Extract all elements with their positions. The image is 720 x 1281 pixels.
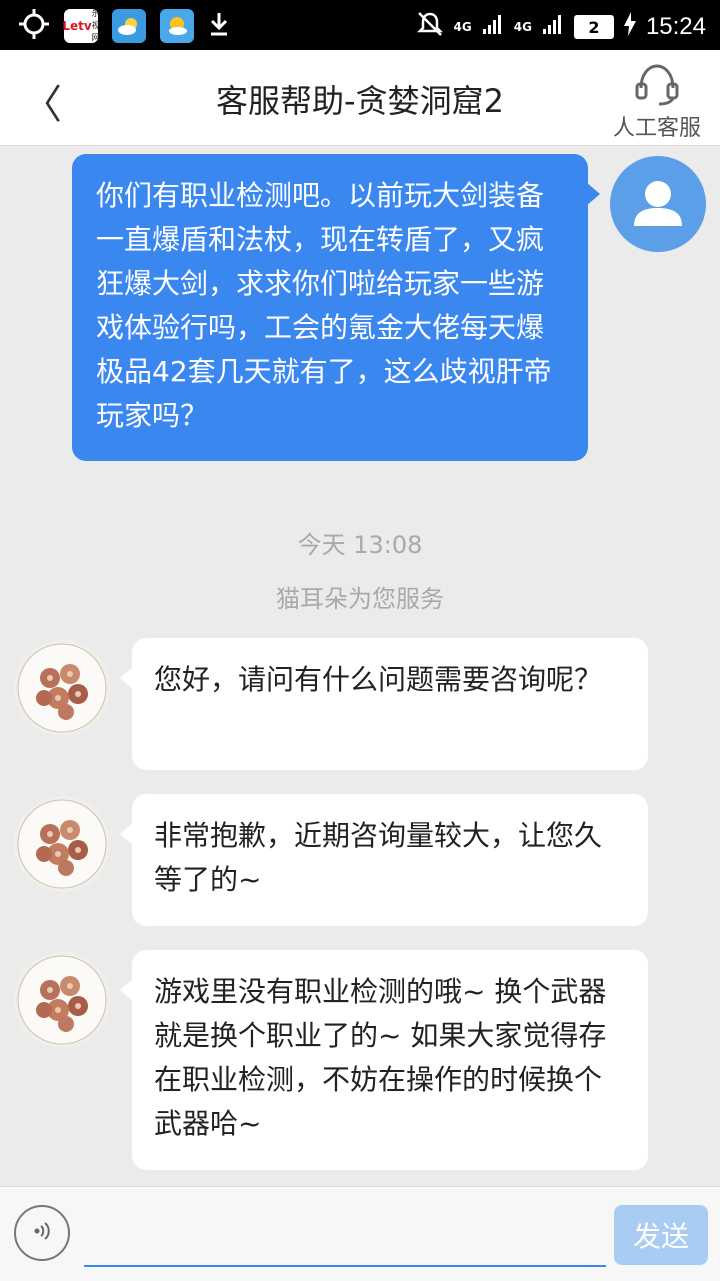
input-bar: 发送 [0, 1186, 720, 1281]
cs-message-bubble[interactable]: 游戏里没有职业检测的哦~ 换个武器就是换个职业了的~ 如果大家觉得存在职业检测，… [120, 950, 648, 1170]
signal-4g-icon: 4G [453, 20, 472, 34]
signal-4g-icon: 4G [513, 20, 532, 34]
cs-message-text: 游戏里没有职业检测的哦~ 换个武器就是换个职业了的~ 如果大家觉得存在职业检测，… [154, 975, 607, 1140]
cookie-plate-icon [14, 955, 110, 1048]
cookie-plate-icon [14, 643, 110, 736]
service-notice: 猫耳朵为您服务 [276, 585, 444, 613]
letv-icon: Letv 乐视网 [62, 9, 100, 43]
muted-notification-icon [416, 10, 444, 44]
message-input[interactable] [84, 1207, 606, 1267]
avatar[interactable] [14, 796, 110, 892]
battery-icon: 2 [573, 15, 614, 39]
signal-bars-icon [542, 13, 564, 41]
user-message-bubble[interactable]: 你们有职业检测吧。以前玩大剑装备一直爆盾和法杖，现在转盾了，又疯狂爆大剑，求求你… [72, 154, 600, 461]
cs-message-text: 非常抱歉，近期咨询量较大，让您久等了的~ [154, 819, 603, 896]
status-bar: Letv 乐视网 4G 4G 2 15:24 [0, 0, 720, 50]
cs-message-bubble[interactable]: 您好，请问有什么问题需要咨询呢？ [120, 638, 648, 770]
avatar[interactable] [610, 156, 706, 252]
headset-icon [633, 64, 681, 110]
signal-bars-icon [482, 13, 504, 41]
status-time: 15:24 [645, 13, 706, 40]
voice-icon [29, 1218, 55, 1248]
charging-icon [623, 12, 636, 42]
location-icon [18, 8, 50, 44]
user-avatar-icon [610, 181, 706, 252]
user-message-text: 你们有职业检测吧。以前玩大剑装备一直爆盾和法杖，现在转盾了，又疯狂爆大剑，求求你… [96, 179, 552, 432]
voice-input-button[interactable] [14, 1205, 70, 1261]
avatar[interactable] [14, 640, 110, 736]
avatar[interactable] [14, 952, 110, 1048]
weather-icon [160, 9, 194, 43]
message-timestamp: 今天 13:08 [297, 531, 423, 559]
cookie-plate-icon [14, 799, 110, 892]
human-agent-label: 人工客服 [612, 116, 701, 141]
chat-header: 〈 客服帮助-贪婪洞窟2 人工客服 [0, 50, 720, 146]
send-button[interactable]: 发送 [614, 1205, 708, 1265]
download-icon [208, 11, 230, 41]
cs-message-text: 您好，请问有什么问题需要咨询呢？ [154, 663, 603, 696]
human-agent-button[interactable]: 人工客服 [612, 62, 702, 142]
weather-icon [112, 9, 146, 43]
cs-message-bubble[interactable]: 非常抱歉，近期咨询量较大，让您久等了的~ [120, 794, 648, 926]
